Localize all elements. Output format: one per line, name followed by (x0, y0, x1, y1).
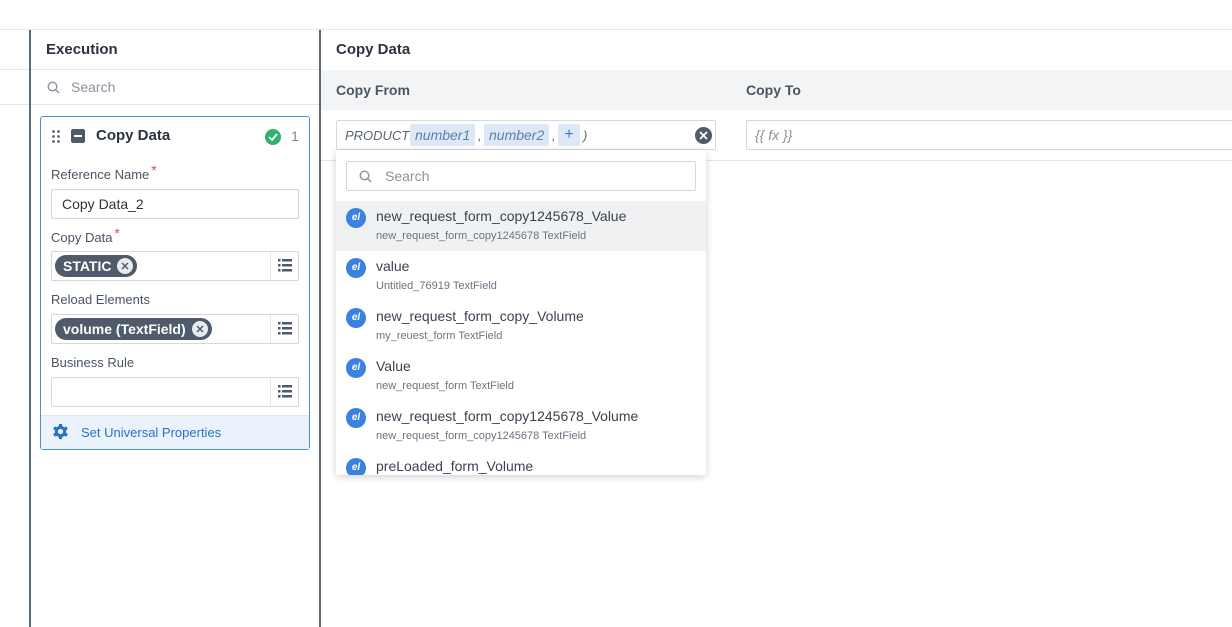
element-icon: el (346, 258, 366, 278)
copy-data-select[interactable]: STATIC (51, 251, 299, 281)
business-rule-select[interactable] (51, 377, 299, 407)
element-icon: el (346, 208, 366, 228)
top-bar (0, 0, 1232, 30)
list-item[interactable]: el preLoaded_form_Volume (336, 451, 706, 475)
list-item[interactable]: el new_request_form_copy1245678_Volume n… (336, 401, 706, 451)
copy-from-header: Copy From (336, 82, 410, 98)
step-count: 1 (291, 128, 299, 144)
check-circle-icon (265, 129, 281, 145)
chip-remove-icon[interactable] (191, 321, 208, 337)
list-item[interactable]: el Value new_request_form TextField (336, 351, 706, 401)
add-argument-button[interactable]: + (558, 124, 580, 146)
search-placeholder[interactable]: Search (71, 79, 115, 95)
copy-to-header: Copy To (746, 82, 801, 98)
search-placeholder[interactable]: Search (385, 168, 429, 184)
element-dropdown: Search el new_request_form_copy1245678_V… (336, 150, 706, 475)
list-icon[interactable] (270, 252, 298, 280)
reference-name-label: Reference Name * (51, 162, 157, 182)
item-name: new_request_form_copy1245678_Volume (376, 408, 639, 424)
list-item[interactable]: el value Untitled_76919 TextField (336, 251, 706, 301)
item-name: new_request_form_copy_Volume (376, 308, 584, 324)
list-icon[interactable] (270, 315, 298, 343)
volume-chip[interactable]: volume (TextField) (55, 318, 212, 340)
element-icon: el (346, 358, 366, 378)
reload-elements-label: Reload Elements (51, 292, 150, 307)
copy-to-placeholder[interactable]: {{ fx }} (755, 127, 792, 143)
dropdown-search-input[interactable]: Search (346, 161, 696, 191)
execution-title: Execution (46, 41, 118, 58)
set-universal-properties[interactable]: Set Universal Properties (41, 415, 309, 449)
copy-panel-title: Copy Data (336, 41, 411, 58)
item-name: new_request_form_copy1245678_Value (376, 208, 627, 224)
drag-handle-icon[interactable] (52, 130, 60, 148)
item-name: Value (376, 358, 411, 374)
item-source: new_request_form_copy1245678 TextField (376, 430, 587, 442)
chip-remove-icon[interactable] (117, 258, 134, 274)
execution-search[interactable]: Search (31, 70, 319, 105)
copy-data-label: Copy Data * (51, 225, 120, 245)
universal-properties-link[interactable]: Set Universal Properties (81, 425, 221, 440)
static-chip[interactable]: STATIC (55, 255, 138, 277)
formula-arg[interactable]: number1 (410, 124, 476, 146)
search-icon (359, 170, 372, 188)
execution-panel: Execution Search Copy Data 1 Reference N… (31, 30, 319, 627)
list-item[interactable]: el new_request_form_copy_Volume my_reues… (336, 301, 706, 351)
business-rule-label: Business Rule (51, 355, 135, 370)
required-mark: * (114, 225, 120, 241)
copy-data-card[interactable]: Copy Data 1 Reference Name * Copy Data_2 … (40, 116, 310, 450)
item-name: preLoaded_form_Volume (376, 458, 534, 474)
required-mark: * (151, 162, 157, 178)
formula-function: PRODUCT( (345, 128, 414, 143)
element-icon: el (346, 408, 366, 428)
item-source: my_reuest_form TextField (376, 330, 503, 342)
formula-separator: , (478, 128, 482, 143)
card-header[interactable]: Copy Data 1 (41, 117, 309, 155)
item-source: new_request_form TextField (376, 380, 514, 392)
list-icon[interactable] (270, 378, 298, 406)
element-icon: el (346, 458, 366, 475)
left-panel-edge (0, 30, 30, 627)
formula-separator: , (552, 128, 556, 143)
collapse-icon[interactable] (71, 129, 85, 143)
search-icon (47, 81, 60, 99)
clear-icon[interactable] (695, 127, 712, 144)
reference-name-value[interactable]: Copy Data_2 (62, 196, 144, 212)
item-source: Untitled_76919 TextField (376, 280, 497, 292)
reload-elements-select[interactable]: volume (TextField) (51, 314, 299, 344)
gear-icon[interactable] (51, 423, 70, 447)
item-source: new_request_form_copy1245678 TextField (376, 230, 587, 242)
column-header: Copy From Copy To (321, 70, 1232, 110)
card-title: Copy Data (96, 127, 171, 144)
list-item[interactable]: el new_request_form_copy1245678_Value ne… (336, 201, 706, 251)
copy-from-formula[interactable]: PRODUCT( number1 , number2 , + ) (336, 120, 716, 150)
element-icon: el (346, 308, 366, 328)
formula-arg[interactable]: number2 (484, 124, 550, 146)
reference-name-input[interactable]: Copy Data_2 (51, 189, 299, 219)
formula-close: ) (583, 128, 588, 143)
item-name: value (376, 258, 410, 274)
copy-to-input[interactable]: {{ fx }} (746, 120, 1232, 150)
